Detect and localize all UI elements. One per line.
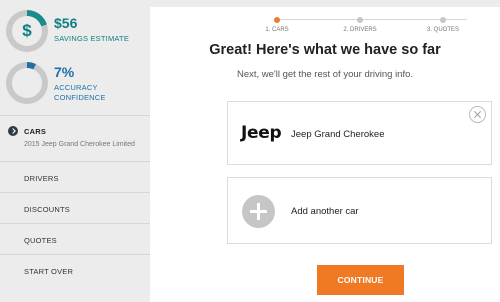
plus-icon[interactable]	[242, 195, 275, 228]
step-dot-quotes	[440, 17, 446, 23]
progress-track	[277, 19, 467, 20]
chevron-right-icon	[8, 126, 18, 136]
car-card[interactable]: Jeep Jeep Grand Cherokee	[227, 101, 492, 165]
sidebar-item-sub: 2015 Jeep Grand Cherokee Limited	[24, 141, 135, 148]
sidebar-item-drivers[interactable]: DRIVERS	[0, 161, 150, 192]
continue-button[interactable]: CONTINUE	[317, 265, 404, 295]
savings-label: SAVINGS ESTIMATE	[54, 34, 130, 43]
progress-steps: 1. CARS 2. DRIVERS 3. QUOTES	[150, 7, 500, 47]
step-label-drivers: 2. DRIVERS	[343, 27, 377, 33]
main-panel: 1. CARS 2. DRIVERS 3. QUOTES Great! Here…	[150, 7, 500, 302]
sidebar-item-quotes[interactable]: QUOTES	[0, 223, 150, 254]
sidebar-item-label: QUOTES	[24, 236, 57, 245]
add-car-card[interactable]: Add another car	[227, 177, 492, 244]
sidebar-item-label: CARS	[24, 127, 47, 136]
sidebar-nav: CARS 2015 Jeep Grand Cherokee Limited DR…	[0, 115, 150, 285]
page-title: Great! Here's what we have so far	[209, 42, 441, 58]
step-dot-cars	[274, 17, 280, 23]
sidebar-item-label: DISCOUNTS	[24, 205, 70, 214]
add-car-label: Add another car	[291, 206, 359, 217]
close-icon[interactable]	[469, 106, 486, 123]
step-label-quotes: 3. QUOTES	[426, 27, 460, 33]
sidebar-item-discounts[interactable]: DISCOUNTS	[0, 192, 150, 223]
savings-estimate: $ $56 SAVINGS ESTIMATE	[6, 10, 129, 52]
accuracy-confidence: 7% ACCURACY CONFIDENCE	[6, 62, 106, 104]
savings-ring: $	[6, 10, 48, 52]
accuracy-label-line2: CONFIDENCE	[54, 93, 106, 102]
step-label-cars: 1. CARS	[265, 27, 289, 33]
car-name: Jeep Grand Cherokee	[291, 129, 385, 140]
accuracy-value: 7%	[54, 64, 75, 80]
sidebar-item-label: START OVER	[24, 267, 74, 276]
sidebar-item-label: DRIVERS	[24, 174, 59, 183]
step-dot-drivers	[357, 17, 363, 23]
sidebar-item-start-over[interactable]: START OVER	[0, 254, 150, 285]
sidebar: $ $56 SAVINGS ESTIMATE 7% ACCURACY CONFI…	[0, 0, 150, 302]
savings-value: $56	[54, 15, 78, 31]
page-subtitle: Next, we'll get the rest of your driving…	[236, 69, 414, 80]
dollar-icon: $	[22, 21, 32, 40]
accuracy-label-line1: ACCURACY	[54, 83, 98, 92]
sidebar-item-cars[interactable]: CARS 2015 Jeep Grand Cherokee Limited	[0, 115, 150, 161]
accuracy-ring	[6, 62, 48, 104]
jeep-logo: Jeep	[241, 123, 282, 143]
